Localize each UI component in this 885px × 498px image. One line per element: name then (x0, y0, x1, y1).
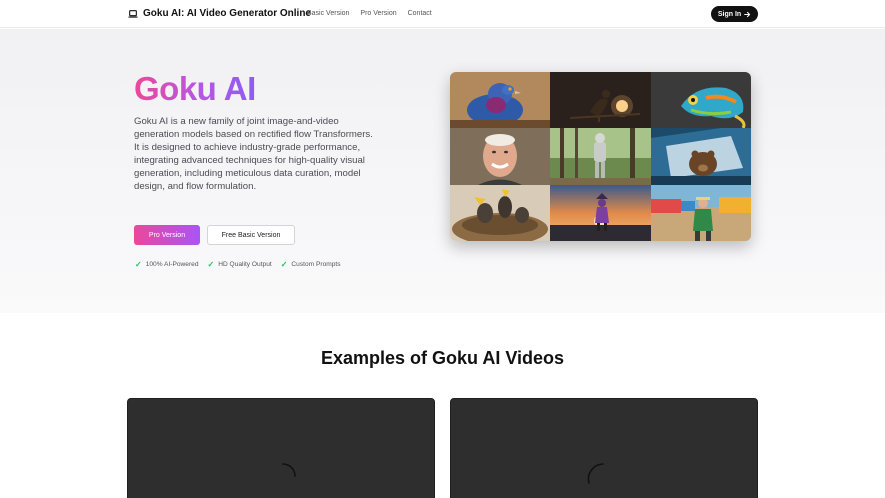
example-video-player[interactable] (450, 398, 758, 498)
loading-spinner-icon (282, 463, 296, 477)
gallery-image-bear-in-car (651, 128, 751, 185)
hero-image-grid (450, 72, 751, 241)
feature-list: ✓ 100% AI-Powered ✓ HD Quality Output ✓ … (135, 260, 341, 269)
gallery-image-pigeon (450, 72, 550, 128)
feature-label: Custom Prompts (291, 261, 341, 268)
feature-label: HD Quality Output (218, 261, 272, 268)
gallery-image-man-at-market (651, 185, 751, 241)
examples-section-title: Examples of Goku AI Videos (320, 348, 565, 368)
sign-in-label: Sign In (717, 10, 742, 18)
hero-section: Goku AI Goku AI is a new family of joint… (0, 29, 885, 313)
feature-item: ✓ Custom Prompts (281, 260, 341, 269)
gallery-image-chameleon (651, 72, 751, 128)
gallery-image-robot-in-forest (550, 128, 651, 185)
check-icon: ✓ (280, 260, 288, 269)
laptop-icon (128, 9, 138, 18)
feature-label: 100% AI-Powered (145, 261, 199, 268)
brand-name: Goku AI: AI Video Generator Online (143, 8, 311, 19)
brand[interactable]: Goku AI: AI Video Generator Online (128, 8, 311, 19)
hero-title: Goku AI (134, 70, 256, 107)
check-icon: ✓ (207, 260, 215, 269)
pro-version-button[interactable]: Pro Version (134, 225, 200, 245)
loading-spinner-icon (587, 463, 604, 484)
feature-item: ✓ HD Quality Output (208, 260, 272, 269)
gallery-image-baby-birds-nest (450, 185, 550, 241)
nav-link-basic-version[interactable]: Basic Version (307, 10, 349, 17)
nav-link-contact[interactable]: Contact (408, 10, 432, 17)
gallery-image-elderly-man (450, 128, 550, 185)
sign-in-button[interactable]: Sign In (711, 6, 758, 22)
check-icon: ✓ (135, 260, 142, 269)
nav-links: Basic Version Pro Version Contact (307, 10, 432, 17)
arrow-right-icon (744, 11, 751, 17)
top-navbar: Goku AI: AI Video Generator Online Basic… (0, 0, 885, 28)
free-basic-version-button[interactable]: Free Basic Version (207, 225, 295, 245)
gallery-image-figure-at-sunset (550, 185, 651, 241)
example-video-player[interactable] (127, 398, 435, 498)
gallery-image-bird-on-branch (550, 72, 651, 128)
nav-link-pro-version[interactable]: Pro Version (360, 10, 396, 17)
hero-description: Goku AI is a new family of joint image-a… (134, 116, 373, 192)
feature-item: ✓ 100% AI-Powered (135, 260, 199, 269)
